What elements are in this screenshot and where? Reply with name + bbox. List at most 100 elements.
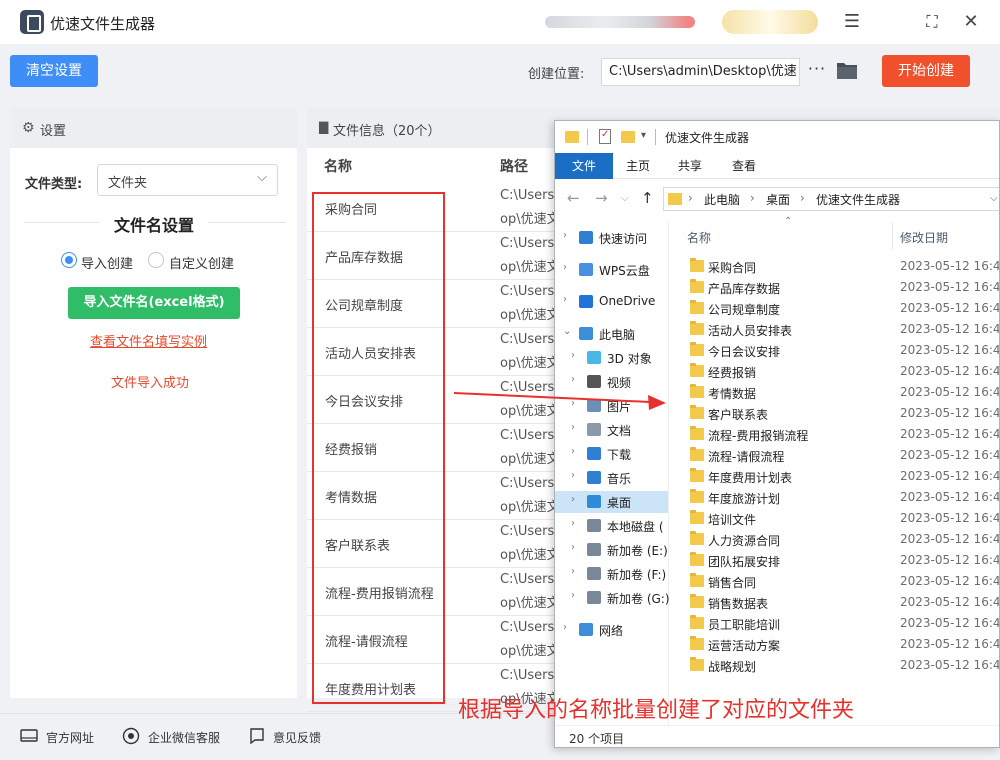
list-item[interactable]: 员工职能培训 2023-05-12 16:40 [670, 613, 999, 634]
expand-chevron-icon[interactable]: › [571, 590, 575, 601]
gear-icon: ⚙ [22, 120, 35, 136]
tree-item[interactable]: › 网络 [555, 619, 668, 641]
explorer-ribbon-tabs: 文件 主页 共享 查看 [555, 153, 999, 179]
expand-chevron-icon[interactable]: › [571, 446, 575, 457]
expand-chevron-icon[interactable]: ⌄ [563, 326, 571, 337]
list-item[interactable]: 人力资源合同 2023-05-12 16:40 [670, 529, 999, 550]
example-link[interactable]: 查看文件名填写实例 [90, 331, 207, 350]
properties-icon[interactable] [599, 129, 611, 144]
location-input[interactable]: C:\Users\admin\Desktop\优速 [601, 58, 800, 86]
list-item[interactable]: 客户联系表 2023-05-12 16:40 [670, 403, 999, 424]
tab-file[interactable]: 文件 [555, 153, 613, 179]
tab-view[interactable]: 查看 [719, 153, 769, 179]
list-item[interactable]: 团队拓展安排 2023-05-12 16:40 [670, 550, 1000, 571]
item-count: 20 个项目 [569, 732, 625, 746]
item-date: 2023-05-12 16:40 [900, 553, 1000, 567]
tree-item[interactable]: ⌄ 此电脑 [555, 323, 668, 345]
item-name: 培训文件 [708, 513, 757, 527]
start-create-button[interactable]: 开始创建 [882, 55, 970, 87]
tree-item[interactable]: › OneDrive [555, 291, 668, 313]
list-item[interactable]: 公司规章制度 2023-05-12 16:40 [670, 298, 999, 319]
tree-item[interactable]: › 下载 [555, 443, 668, 465]
blurred-account-area [545, 16, 695, 28]
menu-icon[interactable]: ☰ [839, 9, 865, 35]
radio-import-create[interactable] [61, 252, 77, 268]
expand-chevron-icon[interactable]: › [563, 622, 567, 633]
row-path: C:\Users [500, 284, 555, 299]
item-date: 2023-05-12 16:40 [900, 343, 1000, 357]
tree-item[interactable]: › 快速访问 [555, 227, 668, 249]
back-arrow-icon[interactable]: ← [567, 189, 580, 207]
list-item[interactable]: 运营活动方案 2023-05-12 16:40 [670, 634, 999, 655]
tree-item[interactable]: › 文档 [555, 419, 668, 441]
expand-chevron-icon[interactable]: › [571, 542, 575, 553]
new-folder-icon[interactable] [621, 131, 635, 143]
list-item[interactable]: 销售数据表 2023-05-12 16:40 [670, 592, 999, 613]
more-options-icon[interactable]: ··· [805, 59, 829, 83]
breadcrumb-folder[interactable]: 优速文件生成器 [816, 191, 900, 208]
item-date: 2023-05-12 16:40 [900, 448, 1000, 462]
footer-feedback-link[interactable]: 意见反馈 [273, 729, 321, 746]
tab-home[interactable]: 主页 [613, 153, 663, 179]
list-item[interactable]: 考情数据 2023-05-12 16:40 [670, 382, 999, 403]
wechat-service-icon [122, 727, 140, 745]
expand-chevron-icon[interactable]: › [571, 422, 575, 433]
list-item[interactable]: 流程-费用报销流程 2023-05-12 16:40 [670, 424, 999, 445]
row-path: C:\Users [500, 332, 555, 347]
browse-folder-icon[interactable] [836, 60, 858, 80]
expand-chevron-icon[interactable]: › [571, 470, 575, 481]
column-divider[interactable] [892, 223, 893, 249]
tab-share[interactable]: 共享 [665, 153, 715, 179]
address-bar[interactable]: › 此电脑 › 桌面 › 优速文件生成器 ⌵ [663, 187, 999, 211]
expand-chevron-icon[interactable]: › [563, 294, 567, 305]
clear-settings-button[interactable]: 清空设置 [10, 55, 98, 87]
list-item[interactable]: 今日会议安排 2023-05-12 16:40 [670, 340, 1000, 361]
list-item[interactable]: 产品库存数据 2023-05-12 16:40 [670, 277, 999, 298]
tree-item[interactable]: › 音乐 [555, 467, 668, 489]
expand-chevron-icon[interactable]: › [563, 230, 567, 241]
expand-chevron-icon[interactable]: › [563, 262, 567, 273]
forward-arrow-icon[interactable]: → [595, 189, 608, 207]
close-icon[interactable]: ✕ [958, 9, 984, 35]
tree-item[interactable]: › 桌面 [555, 491, 668, 513]
footer-website-link[interactable]: 官方网址 [46, 729, 94, 746]
footer-wechat-link[interactable]: 企业微信客服 [148, 729, 220, 746]
expand-chevron-icon[interactable]: › [571, 566, 575, 577]
quick-access-dropdown-icon[interactable]: ▾ [641, 130, 646, 141]
list-item[interactable]: 战略规划 2023-05-12 16:40 [670, 655, 999, 676]
up-arrow-icon[interactable]: ↑ [641, 189, 654, 207]
list-item[interactable]: 流程-请假流程 2023-05-12 16:40 [670, 445, 1000, 466]
tree-item[interactable]: › 本地磁盘 ( [555, 515, 668, 537]
folder-icon [690, 258, 704, 272]
expand-chevron-icon[interactable]: › [571, 350, 575, 361]
tree-item[interactable]: › WPS云盘 [555, 259, 668, 281]
maximize-icon[interactable]: ⛶ [919, 9, 945, 35]
tree-item-label: 本地磁盘 ( [607, 520, 664, 534]
tree-item-label: 文档 [607, 424, 632, 438]
column-header-date[interactable]: 修改日期 [900, 229, 948, 246]
file-type-select[interactable]: 文件夹 ⌵ [97, 164, 278, 196]
tree-item-label: 新加卷 (G:) [607, 592, 670, 606]
breadcrumb-desktop[interactable]: 桌面 [766, 191, 790, 208]
tree-item[interactable]: › 新加卷 (F:) [555, 563, 668, 585]
column-header-name[interactable]: 名称 [687, 229, 711, 246]
expand-chevron-icon[interactable]: › [571, 518, 575, 529]
list-item[interactable]: 年度旅游计划 2023-05-12 16:40 [670, 487, 999, 508]
list-item[interactable]: 采购合同 2023-05-12 16:40 [670, 256, 999, 277]
address-dropdown-icon[interactable]: ⌵ [990, 193, 998, 204]
import-filenames-button[interactable]: 导入文件名(excel格式) [68, 287, 240, 319]
recent-dropdown-icon[interactable]: ⌵ [621, 193, 629, 204]
expand-chevron-icon[interactable]: › [571, 494, 575, 505]
list-item[interactable]: 销售合同 2023-05-12 16:40 [670, 571, 999, 592]
radio-custom-create[interactable] [148, 252, 164, 268]
item-name: 考情数据 [708, 387, 757, 401]
breadcrumb-this-pc[interactable]: 此电脑 [704, 191, 740, 208]
tree-item[interactable]: › 新加卷 (E:) [555, 539, 668, 561]
tree-item[interactable]: › 3D 对象 [555, 347, 668, 369]
blurred-vip-badge[interactable] [722, 10, 818, 34]
tree-item[interactable]: › 新加卷 (G:) [555, 587, 670, 609]
list-item[interactable]: 经费报销 2023-05-12 16:40 [670, 361, 999, 382]
list-item[interactable]: 年度费用计划表 2023-05-12 16:40 [670, 466, 999, 487]
list-item[interactable]: 活动人员安排表 2023-05-12 16:40 [670, 319, 999, 340]
list-item[interactable]: 培训文件 2023-05-12 16:40 [670, 508, 999, 529]
